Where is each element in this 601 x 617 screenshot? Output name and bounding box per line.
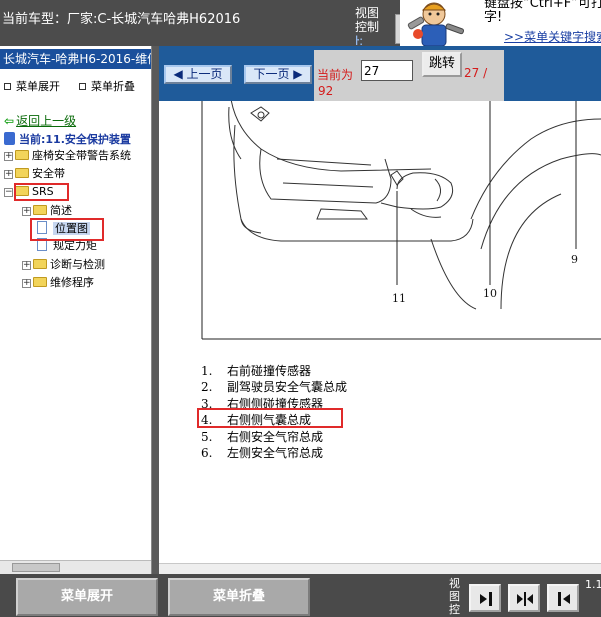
tree-item-diagnosis[interactable]: + 诊断与检测	[22, 257, 105, 273]
caption-number: 5.	[201, 429, 213, 444]
airbag-location-diagram: 11 10 9	[201, 101, 601, 340]
arrow-right-bar-icon	[480, 592, 492, 606]
bottom-bar: 菜单展开 菜单折叠 视图控 1.1	[0, 574, 601, 617]
tree-item-label: 座椅安全带警告系统	[32, 149, 131, 162]
prev-page-button[interactable]: ◀ 上一页	[164, 65, 232, 84]
caption-row: 5. 右侧安全气帘总成	[201, 429, 347, 445]
next-page-label: 下一页	[253, 67, 290, 81]
tree-item-label: 简述	[50, 204, 72, 217]
caption-number: 1.	[201, 364, 213, 378]
view-expand-right-button[interactable]	[469, 584, 501, 612]
document-content: 11 10 9 1. 右前碰撞传感器 2. 副驾驶员安全气囊总成 3. 右侧侧碰撞传感…	[159, 101, 601, 574]
back-link[interactable]: ⇦ 返回上一级	[4, 112, 76, 129]
arrow-left-bar-icon	[558, 592, 570, 606]
view-control-line1: 视图	[355, 6, 380, 20]
folder-icon	[15, 168, 29, 178]
callout-10: 10	[483, 287, 497, 300]
expand-plus-icon[interactable]: +	[22, 279, 31, 288]
tree-item-label: 安全带	[32, 167, 65, 180]
expand-plus-icon[interactable]: +	[22, 261, 31, 270]
tree-item-repair[interactable]: + 维修程序	[22, 275, 94, 291]
collapse-icon	[79, 83, 86, 90]
view-expand-left-button[interactable]	[547, 584, 579, 612]
sensor-marker-icon	[257, 111, 265, 119]
content-horizontal-scrollbar[interactable]	[159, 563, 601, 574]
tree-item-label: 诊断与检测	[50, 258, 105, 271]
scrollbar-thumb[interactable]	[12, 563, 60, 572]
mechanic-mascot-icon	[407, 2, 465, 46]
caption-row: 6. 左侧安全气帘总成	[201, 445, 347, 461]
current-section-label: 当前:11.安全保护装置	[19, 133, 131, 146]
tree-item-seat-belt-warning[interactable]: + 座椅安全带警告系统	[4, 148, 131, 164]
current-section: 当前:11.安全保护装置	[4, 131, 131, 147]
view-control-label[interactable]: 视图 控制 ŀ:	[355, 6, 383, 48]
callout-9: 9	[571, 253, 578, 266]
sidebar-horizontal-scrollbar[interactable]	[0, 560, 151, 574]
top-bar: 当前车型：厂家:C-长城汽车哈弗H62016 视图 控制 ŀ: 键盘按“Ctrl…	[0, 0, 601, 48]
view-center-button[interactable]	[508, 584, 540, 612]
current-page-label: 当前为	[317, 68, 354, 82]
sensor-11-icon	[390, 170, 404, 186]
srs-highlight-box	[14, 183, 69, 201]
car-model-label: 当前车型：厂家:C-长城汽车哈弗H62016	[2, 12, 241, 27]
collapse-minus-icon[interactable]: −	[4, 188, 13, 197]
caption-text: 副驾驶员安全气囊总成	[227, 380, 348, 395]
folder-icon	[33, 259, 47, 269]
next-page-button[interactable]: 下一页 ▶	[244, 65, 312, 84]
expand-plus-icon[interactable]: +	[4, 170, 13, 179]
location-map-highlight-box	[30, 218, 104, 241]
caption-text: 右前碰撞传感器	[227, 364, 312, 378]
total-pages-count: 92	[318, 84, 334, 98]
caption-row: 2. 副驾驶员安全气囊总成	[201, 379, 347, 395]
folder-icon	[15, 150, 29, 160]
prev-arrow-icon: ◀	[173, 67, 187, 81]
tree-item-label: 维修程序	[50, 276, 94, 289]
page-nav-toolbar: ◀ 上一页 下一页 ▶ 当前为 跳转 27 / 92	[159, 46, 601, 101]
search-tip-panel: 键盘按“Ctrl+F”可打字! >>菜单关键字搜索	[400, 0, 601, 46]
car-front-outline	[228, 101, 601, 310]
prev-page-label: 上一页	[186, 67, 223, 81]
expand-plus-icon[interactable]: +	[22, 207, 31, 216]
tree-item-overview[interactable]: + 简述	[22, 203, 72, 219]
caption-text: 左侧安全气帘总成	[227, 446, 324, 461]
expand-icon	[4, 83, 11, 90]
bottom-view-control-label: 视图控	[449, 577, 460, 616]
callout-11: 11	[392, 292, 406, 305]
book-icon	[4, 132, 15, 145]
menu-expand-link[interactable]: 菜单展开	[4, 78, 60, 94]
tree-item-seat-belt[interactable]: + 安全带	[4, 166, 65, 182]
menu-collapse-label: 菜单折叠	[91, 80, 135, 93]
caption-row: 1. 右前碰撞传感器	[201, 363, 347, 379]
keyword-search-link[interactable]: >>菜单关键字搜索	[504, 28, 601, 45]
next-arrow-icon: ▶	[289, 67, 303, 81]
back-link-label: 返回上一级	[16, 114, 77, 128]
caption-number: 6.	[201, 446, 213, 461]
bottom-menu-expand-button[interactable]: 菜单展开	[16, 578, 158, 616]
caption-number: 2.	[201, 380, 213, 395]
jump-button[interactable]: 跳转	[422, 52, 462, 77]
menu-collapse-link[interactable]: 菜单折叠	[79, 78, 135, 94]
back-arrow-icon: ⇦	[4, 114, 15, 128]
sidebar-title: 长城汽车-哈弗H6-2016-维修手册	[0, 49, 151, 69]
bottom-value-label: 1.1	[585, 578, 601, 591]
bottom-menu-collapse-button[interactable]: 菜单折叠	[168, 578, 310, 616]
page-number-input[interactable]	[361, 60, 413, 81]
search-tip-text: 键盘按“Ctrl+F”可打字!	[484, 0, 601, 25]
arrows-inward-icon	[517, 592, 533, 606]
folder-icon	[33, 277, 47, 287]
sidebar: 长城汽车-哈弗H6-2016-维修手册 菜单展开 菜单折叠 ⇦返回上一级 当前:…	[0, 46, 152, 574]
menu-expand-label: 菜单展开	[16, 80, 60, 93]
folder-icon	[33, 205, 47, 215]
total-pages-label: 27 /	[464, 66, 488, 80]
view-control-line2: 控制	[355, 20, 380, 34]
caption-highlight-box	[197, 408, 343, 428]
caption-text: 右侧安全气帘总成	[227, 429, 324, 444]
expand-plus-icon[interactable]: +	[4, 152, 13, 161]
